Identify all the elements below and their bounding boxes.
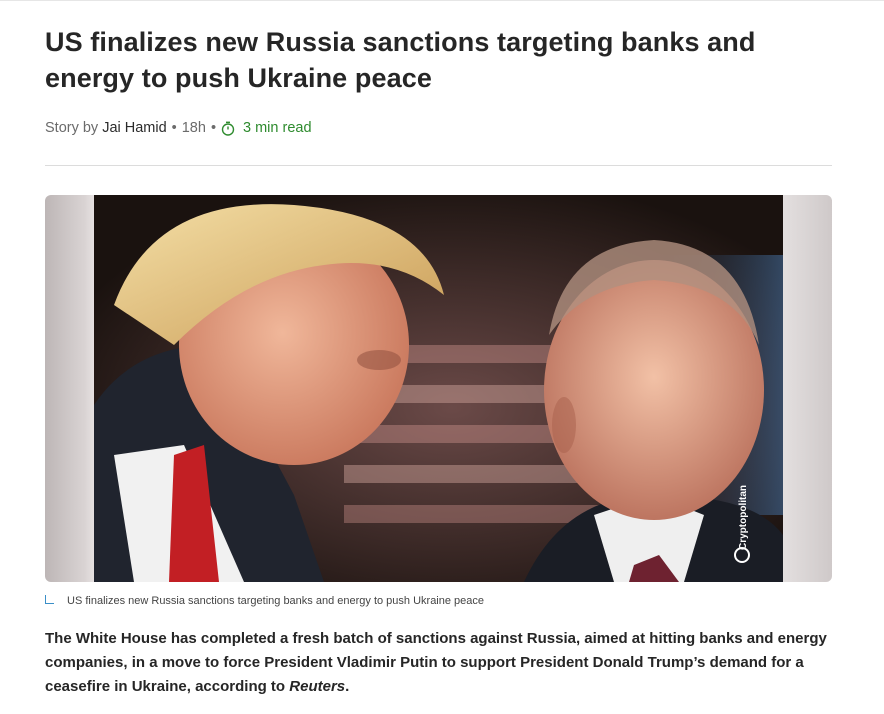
timer-icon <box>221 121 235 136</box>
photo-illustration: Cryptopolitan <box>94 195 783 582</box>
lede-end: . <box>345 678 350 695</box>
separator-dot: • <box>210 120 217 136</box>
caption-corner-icon <box>45 594 54 604</box>
separator-dot: • <box>171 120 177 136</box>
watermark-text: Cryptopolitan <box>738 485 749 550</box>
article: US finalizes new Russia sanctions target… <box>45 0 832 714</box>
byline-prefix: Story by <box>45 120 99 136</box>
divider <box>45 165 832 166</box>
author-link[interactable]: Jai Hamid <box>102 120 166 136</box>
publish-age: 18h <box>181 120 206 136</box>
hero-image[interactable]: Cryptopolitan <box>45 195 832 582</box>
hero-photo: Cryptopolitan <box>94 195 783 582</box>
article-headline: US finalizes new Russia sanctions target… <box>45 27 756 93</box>
read-time: 3 min read <box>221 120 312 136</box>
article-lede: The White House has completed a fresh ba… <box>45 627 832 699</box>
lede-text: The White House has completed a fresh ba… <box>45 630 827 695</box>
source-reference: Reuters <box>289 678 346 695</box>
caption-text: US finalizes new Russia sanctions target… <box>67 595 485 607</box>
read-time-label: 3 min read <box>243 120 312 136</box>
image-caption: US finalizes new Russia sanctions target… <box>45 594 832 608</box>
byline: Story by Jai Hamid • 18h • 3 min read <box>45 118 832 138</box>
